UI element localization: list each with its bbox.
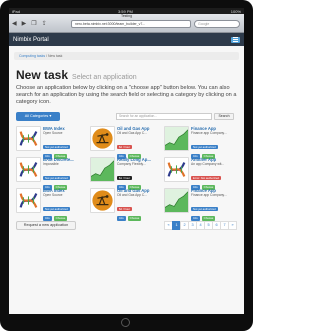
home-button[interactable] xyxy=(121,318,130,327)
oil-pump-icon[interactable] xyxy=(90,126,115,151)
footer: Request a new application «1 2 3 4 5 6 7» xyxy=(16,221,237,231)
forward-icon[interactable]: ▶ xyxy=(22,20,27,28)
breadcrumb: Computing tasks / New task xyxy=(14,52,239,60)
app-description: Open Source xyxy=(43,131,63,135)
oil-pump-icon[interactable] xyxy=(90,188,115,213)
browser-search-field[interactable]: Google xyxy=(194,20,240,28)
brand-label[interactable]: Nimbix Portal xyxy=(13,37,49,43)
page-heading: New task Select an application xyxy=(16,68,237,82)
bookmarks-icon[interactable]: ❐ xyxy=(31,20,36,28)
dna-helix-icon[interactable] xyxy=(16,188,41,213)
app-status-badge: Not yet authorized xyxy=(43,207,70,211)
app-description: Finance app Company... xyxy=(191,131,227,135)
app-card: Oil and Gas App Oil and Gas App C... $2 / … xyxy=(90,188,158,221)
app-status-badge: Not yet authorized xyxy=(43,176,70,180)
app-status-badge: $2 / hour xyxy=(117,207,133,211)
app-status-badge: Error: Not authorized xyxy=(191,176,221,180)
dna-helix-icon[interactable] xyxy=(164,157,189,182)
finance-chart-icon[interactable] xyxy=(164,126,189,151)
url-bar[interactable]: nero.beta.nimbix.net:3000/team_builder_v… xyxy=(71,20,191,28)
app-description: Finance app Company... xyxy=(191,193,227,197)
app-description: Oil and Gas App C... xyxy=(117,131,148,135)
app-card: Finance App Finance app Company... Not yet… xyxy=(164,126,232,159)
browser-toolbar: Testing ◀ ▶ ❐ ⇪ nero.beta.nimbix.net:300… xyxy=(9,14,244,33)
app-card: Really Long Ap... Company Flexibly... $1 /… xyxy=(90,157,158,190)
battery-label: 100% xyxy=(230,8,241,14)
app-description: Impossible xyxy=(43,162,59,166)
intro-text: Choose an application below by clicking … xyxy=(16,85,237,105)
search-toolbar: All Categories ▾ Search for an applicati… xyxy=(16,112,237,121)
clock: 3:59 PM xyxy=(117,8,133,14)
back-icon[interactable]: ◀ xyxy=(12,20,17,28)
app-description: Company Flexibly... xyxy=(117,162,146,166)
app-grid: BWA Index Open Source Not yet authorized In… xyxy=(16,126,237,221)
app-card: BWA Index Open Source Not yet authorized In… xyxy=(16,188,84,221)
app-card: Oil and Gas App Oil and Gas App C... $2 / … xyxy=(90,126,158,159)
browser-page-title: Testing xyxy=(120,14,133,18)
search-button[interactable]: Search xyxy=(214,113,234,120)
pagination-next[interactable]: » xyxy=(228,221,237,230)
app-description: Oil and Gas App C... xyxy=(117,193,148,197)
app-status-badge: $1 / hour xyxy=(117,176,133,180)
app-navbar: Nimbix Portal xyxy=(9,33,244,46)
app-status-badge: Not yet authorized xyxy=(43,145,70,149)
breadcrumb-separator: / xyxy=(46,54,48,58)
request-app-button[interactable]: Request a new application xyxy=(16,221,76,230)
app-card: BAM Discrete... Impossible Not yet authori… xyxy=(16,157,84,190)
app-search-input[interactable]: Search for an application... xyxy=(116,113,212,120)
finance-chart-icon[interactable] xyxy=(164,188,189,213)
share-icon[interactable]: ⇪ xyxy=(42,20,47,28)
app-status-badge: $2 / hour xyxy=(117,145,133,149)
app-description: An app Company wit... xyxy=(191,162,225,166)
pagination: «1 2 3 4 5 6 7» xyxy=(164,221,237,230)
screen: iPad 3:59 PM 100% Testing ◀ ▶ ❐ ⇪ nero.b… xyxy=(9,8,244,314)
app-card: Another App An app Company wit... Error: N… xyxy=(164,157,232,190)
tablet-frame: iPad 3:59 PM 100% Testing ◀ ▶ ❐ ⇪ nero.b… xyxy=(0,0,253,331)
breadcrumb-link-computing-tasks[interactable]: Computing tasks xyxy=(19,54,45,58)
carrier-label: iPad xyxy=(12,8,21,14)
page-subtitle: Select an application xyxy=(72,74,137,81)
app-card: BWA Index Open Source Not yet authorized In… xyxy=(16,126,84,159)
dna-helix-icon[interactable] xyxy=(16,157,41,182)
app-card: Finance App Finance app Company... Not yet… xyxy=(164,188,232,221)
app-status-badge: Not yet authorized xyxy=(191,145,218,149)
finance-chart-icon[interactable] xyxy=(90,157,115,182)
dna-helix-icon[interactable] xyxy=(16,126,41,151)
app-description: Open Source xyxy=(43,193,63,197)
app-status-badge: Not yet authorized xyxy=(191,207,218,211)
menu-icon[interactable] xyxy=(231,36,240,43)
page-title: New task xyxy=(16,68,69,82)
category-dropdown[interactable]: All Categories ▾ xyxy=(16,112,60,121)
breadcrumb-current: New task xyxy=(48,54,63,58)
